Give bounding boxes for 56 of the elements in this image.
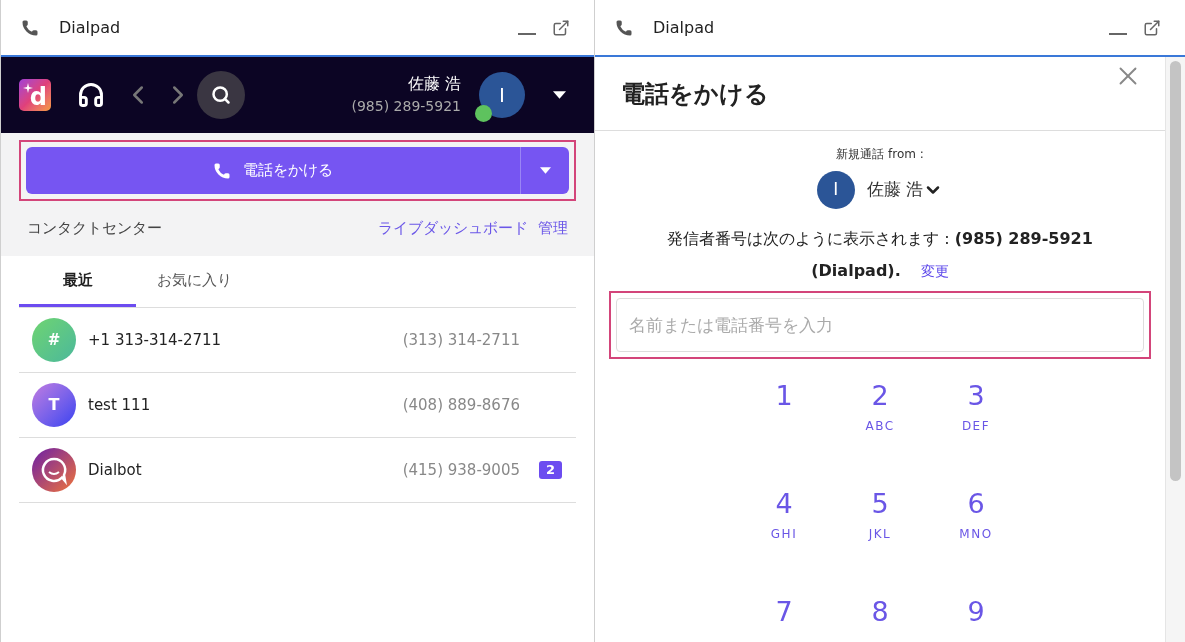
external-link-icon bbox=[552, 18, 570, 37]
tab[interactable]: 最近 bbox=[19, 256, 136, 307]
pop-out-button[interactable] bbox=[1143, 18, 1161, 37]
caller-id-text: 発信者番号は次のように表示されます : (985) 289-5921 (Dialpad). 変更 bbox=[666, 228, 1094, 282]
external-link-icon bbox=[1143, 18, 1161, 37]
unread-count: 2 bbox=[538, 461, 562, 479]
caret-icon bbox=[539, 167, 551, 174]
contact-row[interactable]: T test 111 (408) 889-8676 bbox=[19, 373, 576, 438]
contact-row[interactable]: # +1 313-314-2711 (313) 314-2711 bbox=[19, 308, 576, 373]
search-icon bbox=[211, 85, 231, 105]
from-user-selector[interactable]: I 佐藤 浩 bbox=[816, 171, 944, 209]
contact-name: test 111 bbox=[88, 394, 151, 416]
phone-icon bbox=[21, 18, 39, 37]
bot-avatar bbox=[32, 448, 76, 492]
pop-out-button[interactable] bbox=[552, 18, 570, 37]
contact-row[interactable]: Dialbot (415) 938-9005 2 bbox=[19, 438, 576, 503]
app-logo: d bbox=[19, 79, 51, 111]
dial-key[interactable]: 5 JKL bbox=[832, 487, 928, 585]
call-button[interactable]: 電話をかける bbox=[26, 147, 569, 194]
phone-icon bbox=[213, 161, 231, 180]
user-name: 佐藤 浩 bbox=[407, 73, 461, 95]
window-title: Dialpad bbox=[59, 16, 121, 39]
dialog-title: 電話をかける bbox=[621, 78, 769, 110]
change-link[interactable]: 変更 bbox=[920, 263, 949, 279]
contact-center-label: コンタクトセンター bbox=[27, 218, 162, 240]
contact-phone: (408) 889-8676 bbox=[402, 394, 520, 416]
menu-caret-icon bbox=[553, 91, 566, 99]
dial-key[interactable]: 1 bbox=[736, 379, 832, 477]
dial-key[interactable]: 2 ABC bbox=[832, 379, 928, 477]
contact-avatar: T bbox=[32, 383, 76, 427]
contact-phone: (313) 314-2711 bbox=[402, 329, 520, 351]
headset-icon bbox=[77, 81, 105, 109]
dial-key[interactable]: 8 bbox=[832, 595, 928, 642]
window-title: Dialpad bbox=[653, 16, 715, 39]
dial-key[interactable]: 7 bbox=[736, 595, 832, 642]
call-button-label: 電話をかける bbox=[243, 160, 333, 182]
tab[interactable]: お気に入り bbox=[136, 256, 253, 307]
scrollbar[interactable] bbox=[1165, 57, 1185, 642]
dial-key[interactable]: 9 bbox=[928, 595, 1024, 642]
from-user-name: 佐藤 浩 bbox=[866, 178, 924, 202]
contact-phone: (415) 938-9005 bbox=[402, 459, 520, 481]
phone-icon bbox=[615, 18, 633, 37]
contact-name: Dialbot bbox=[88, 459, 142, 481]
header-link[interactable]: ライブダッシュボード bbox=[378, 217, 528, 240]
user-avatar: I bbox=[816, 171, 855, 209]
search-button[interactable] bbox=[197, 71, 245, 119]
search-field[interactable]: 名前または電話番号を入力 bbox=[616, 298, 1144, 352]
header-link[interactable]: 管理 bbox=[538, 217, 568, 240]
contact-name: +1 313-314-2711 bbox=[88, 329, 222, 351]
user-number: (985) 289-5921 bbox=[351, 97, 461, 116]
dial-key[interactable]: 6 MNO bbox=[928, 487, 1024, 585]
dial-key[interactable]: 3 DEF bbox=[928, 379, 1024, 477]
from-label: 新規通話 from : bbox=[836, 146, 924, 163]
contact-avatar: # bbox=[32, 318, 76, 362]
headset-button[interactable] bbox=[77, 81, 105, 109]
dial-key[interactable]: 4 GHI bbox=[736, 487, 832, 585]
